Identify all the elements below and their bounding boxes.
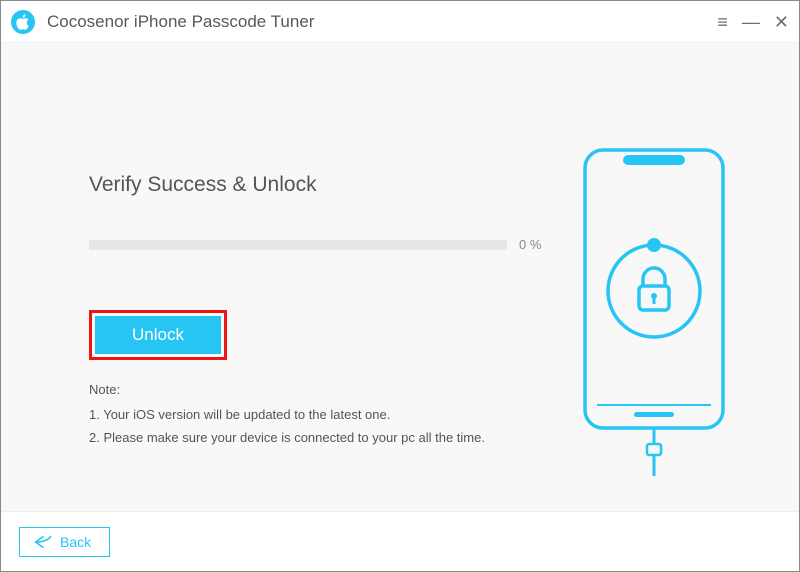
progress-row: 0 % (89, 237, 549, 252)
note-line-1: 1. Your iOS version will be updated to t… (89, 407, 549, 422)
window-controls: ≡ — ✕ (717, 13, 789, 31)
unlock-highlight-border: Unlock (89, 310, 227, 360)
note-section: Note: 1. Your iOS version will be update… (89, 382, 549, 445)
left-panel: Verify Success & Unlock 0 % Unlock Note:… (89, 43, 549, 453)
back-arrow-icon (34, 535, 52, 549)
unlock-button[interactable]: Unlock (95, 316, 221, 354)
back-label: Back (60, 534, 91, 550)
note-heading: Note: (89, 382, 549, 397)
back-button[interactable]: Back (19, 527, 110, 557)
app-logo-icon (11, 10, 35, 34)
titlebar: Cocosenor iPhone Passcode Tuner ≡ — ✕ (1, 1, 799, 43)
app-title: Cocosenor iPhone Passcode Tuner (47, 12, 717, 32)
page-heading: Verify Success & Unlock (89, 173, 549, 197)
main-content: Verify Success & Unlock 0 % Unlock Note:… (1, 43, 799, 511)
phone-illustration (579, 146, 729, 481)
minimize-icon[interactable]: — (742, 13, 760, 31)
close-icon[interactable]: ✕ (774, 13, 789, 31)
progress-percent: 0 % (519, 237, 541, 252)
menu-icon[interactable]: ≡ (717, 13, 728, 31)
note-line-2: 2. Please make sure your device is conne… (89, 430, 549, 445)
progress-bar (89, 240, 507, 250)
footer: Back (1, 511, 799, 571)
